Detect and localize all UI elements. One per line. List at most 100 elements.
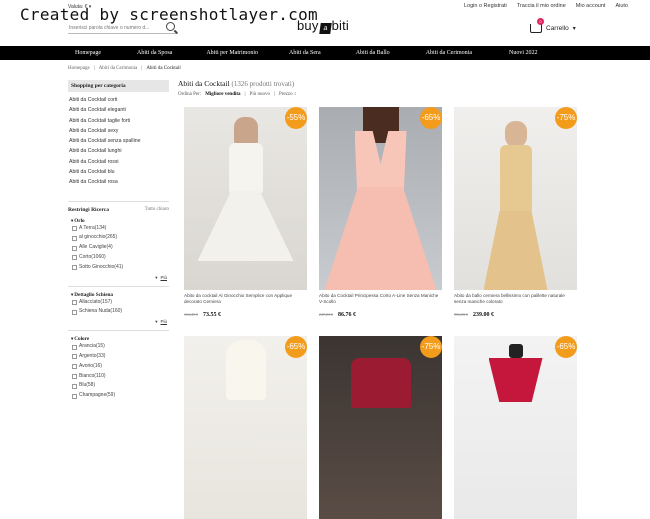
product-image[interactable]: -75% [319, 336, 442, 519]
sort-newest[interactable]: Più nuovo [250, 92, 270, 97]
filter-option[interactable]: Schiena Nuda(160) [68, 307, 169, 317]
filter-option[interactable]: A Terra(134) [68, 224, 169, 234]
checkbox[interactable] [72, 300, 77, 306]
chevron-down-icon: ▾ [155, 319, 158, 325]
category-link[interactable]: Abiti da Cocktail corti [69, 95, 168, 105]
filter-option[interactable]: Arancia(15) [68, 342, 169, 352]
filter-option-label: Schiena Nuda(160) [79, 308, 123, 315]
filter-option[interactable]: Allacciato(157) [68, 298, 169, 308]
breadcrumb-home[interactable]: Homepage [68, 66, 90, 71]
filter-option[interactable]: Argento(33) [68, 352, 169, 362]
filter-option-label: Corto(1060) [79, 254, 106, 261]
more-button[interactable]: ▾ Più [68, 273, 169, 282]
filter-option[interactable]: Avorio(16) [68, 362, 169, 372]
nav-item-matrimonio[interactable]: Abiti per Matrimonio [206, 50, 258, 56]
track-order-link[interactable]: Traccia il mio ordine [517, 3, 566, 9]
discount-badge: -65% [285, 336, 307, 358]
filter-option[interactable]: Blu(58) [68, 381, 169, 391]
nav-item-nuovi[interactable]: Nuovi 2022 [509, 50, 538, 56]
checkbox[interactable] [72, 226, 77, 232]
sort-price[interactable]: Prezzo ↕ [279, 92, 296, 97]
product-image[interactable]: -65% [319, 107, 442, 290]
category-link[interactable]: Abiti da Cocktail rosa [69, 177, 168, 187]
product-card[interactable]: -65% [184, 336, 307, 519]
category-link[interactable]: Abiti da Cocktail blu [69, 167, 168, 177]
help-link[interactable]: Aiuto [615, 3, 628, 9]
cart-count-badge: 0 [537, 18, 544, 25]
filter-option[interactable]: Bianco(110) [68, 372, 169, 382]
checkbox[interactable] [72, 344, 77, 350]
product-price: 247,03 € 86.76 € [319, 312, 442, 318]
checkbox[interactable] [72, 235, 77, 241]
dress-bodice [228, 143, 263, 193]
checkbox[interactable] [72, 374, 77, 380]
product-name[interactable]: Abito da ballo cerniera bellissimo con p… [454, 293, 577, 307]
sort-best-selling[interactable]: Migliore vendita [205, 92, 240, 97]
product-price: 163,49 € 73.55 € [184, 312, 307, 318]
category-link[interactable]: Abiti da Cocktail sexy [69, 126, 168, 136]
checkbox[interactable] [72, 255, 77, 261]
more-label: Più [160, 274, 167, 280]
sale-price: 73.55 € [203, 312, 221, 318]
checkbox[interactable] [72, 393, 77, 399]
product-card[interactable]: -65% [454, 336, 577, 519]
category-link[interactable]: Abiti da Cocktail taglie forti [69, 116, 168, 126]
breadcrumb-cerimonia[interactable]: Abiti da Cerimonia [99, 66, 138, 71]
nav-item-ballo[interactable]: Abiti da Ballo [356, 50, 390, 56]
nav-item-cerimonia[interactable]: Abiti da Cerimonia [426, 50, 472, 56]
checkbox[interactable] [72, 364, 77, 370]
filter-option[interactable]: Corto(1060) [68, 253, 169, 263]
clear-all-link[interactable]: Tutto chiaro [145, 207, 169, 213]
checkbox[interactable] [72, 265, 77, 271]
my-account-link[interactable]: Mio account [576, 3, 606, 9]
checkbox[interactable] [72, 309, 77, 315]
breadcrumb-separator: | [93, 66, 95, 71]
product-card[interactable]: -75% Abito da ballo cerniera bellissimo … [454, 107, 577, 318]
checkbox[interactable] [72, 245, 77, 251]
dress-skirt [197, 191, 294, 261]
discount-badge: -65% [420, 107, 442, 129]
old-price: 163,49 € [184, 312, 198, 317]
product-image[interactable]: -55% [184, 107, 307, 290]
more-button[interactable]: ▾ Più [68, 317, 169, 326]
filter-option[interactable]: al ginocchio(265) [68, 233, 169, 243]
product-card[interactable]: -55% Abito da cocktail Al Ginocchio Semp… [184, 107, 307, 318]
dress-bodice [488, 358, 543, 402]
discount-badge: -75% [420, 336, 442, 358]
filter-option-label: Argento(33) [79, 353, 106, 360]
checkbox[interactable] [72, 383, 77, 389]
dress-bodice [350, 358, 411, 408]
category-link[interactable]: Abiti da Cocktail rossi [69, 157, 168, 167]
product-card[interactable]: -65% Abito da Cocktail Principessa Corto… [319, 107, 442, 318]
nav-item-homepage[interactable]: Homepage [75, 50, 101, 56]
sort-bar: Ordina Per: Migliore vendita | Più nuovo… [178, 92, 296, 97]
sort-separator: | [273, 92, 275, 97]
cart-button[interactable]: 0 Carrello ▾ [530, 18, 576, 33]
product-image[interactable]: -75% [454, 107, 577, 290]
filter-option-label: Champagne(59) [79, 392, 116, 399]
nav-item-sposa[interactable]: Abiti da Sposa [137, 50, 172, 56]
category-link[interactable]: Abiti da Cocktail senza spalline [69, 136, 168, 146]
filter-option[interactable]: Champagne(59) [68, 391, 169, 401]
logo-part-2: biti [331, 18, 349, 33]
refine-header: Restringi Ricerca Tutto chiaro [68, 200, 169, 213]
product-image[interactable]: -65% [184, 336, 307, 519]
sort-label: Ordina Per: [178, 92, 202, 97]
category-link[interactable]: Abiti da Cocktail lunghi [69, 146, 168, 156]
filter-option-label: Blu(58) [79, 382, 96, 389]
product-image[interactable]: -65% [454, 336, 577, 519]
discount-badge: -55% [285, 107, 307, 129]
product-name[interactable]: Abito da Cocktail Principessa Corto A-Li… [319, 293, 442, 307]
filter-option[interactable]: Alle Caviglie(4) [68, 243, 169, 253]
login-link[interactable]: Login o Registrati [464, 3, 507, 9]
filter-option[interactable]: Sotto Ginocchio(41) [68, 263, 169, 273]
chevron-down-icon: ▾ [155, 274, 158, 280]
category-heading: Shopping per categoria [68, 80, 169, 92]
model-figure [233, 117, 258, 145]
sort-separator: | [244, 92, 246, 97]
product-card[interactable]: -75% [319, 336, 442, 519]
product-name[interactable]: Abito da cocktail Al Ginocchio Semplice … [184, 293, 307, 307]
category-link[interactable]: Abiti da Cocktail eleganti [69, 105, 168, 115]
checkbox[interactable] [72, 354, 77, 360]
nav-item-sera[interactable]: Abiti da Sera [289, 50, 321, 56]
